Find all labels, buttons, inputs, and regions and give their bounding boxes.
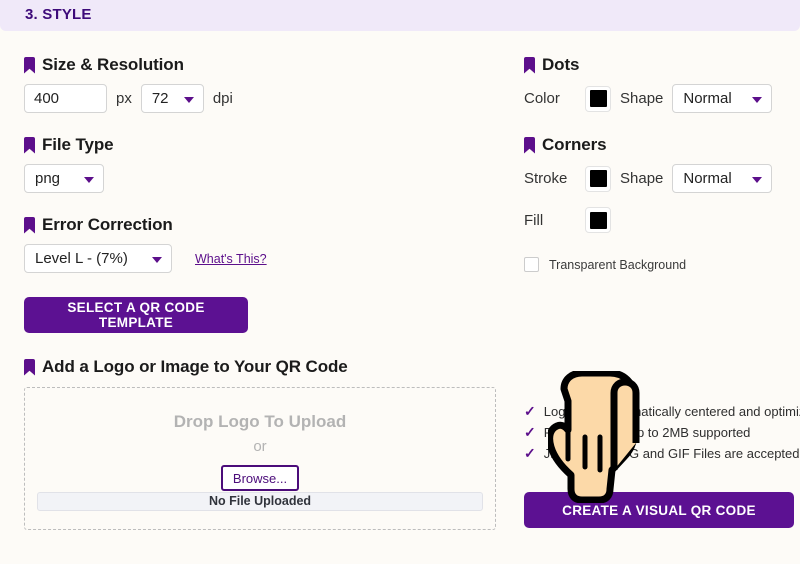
corners-fill-row: Fill [524, 207, 800, 233]
corners-shape-select-value: Normal [683, 170, 731, 187]
create-button-container: CREATE A VISUAL QR CODE [524, 492, 794, 528]
transparent-background-label: Transparent Background [549, 258, 686, 272]
bookmark-icon [24, 137, 35, 154]
file-type-row: png [24, 164, 504, 193]
dpi-select-value: 72 [152, 90, 169, 107]
page-title: 3. STYLE [25, 6, 92, 23]
dots-color-swatch[interactable] [585, 86, 611, 112]
error-correction-heading-label: Error Correction [42, 215, 173, 235]
file-type-heading-label: File Type [42, 135, 114, 155]
check-icon: ✓ [524, 402, 536, 421]
chevron-down-icon [752, 177, 762, 183]
transparent-background-row[interactable]: Transparent Background [524, 257, 800, 272]
dots-shape-select[interactable]: Normal [672, 84, 772, 113]
dots-shape-label: Shape [620, 90, 663, 107]
file-type-select[interactable]: png [24, 164, 104, 193]
dropzone-or-label: or [25, 438, 495, 455]
dpi-select[interactable]: 72 [141, 84, 204, 113]
chevron-down-icon [752, 97, 762, 103]
bookmark-icon [524, 57, 535, 74]
size-resolution-row: px 72 dpi [24, 84, 504, 113]
transparent-background-checkbox[interactable] [524, 257, 539, 272]
browse-button[interactable]: Browse... [221, 465, 299, 491]
feature-list: ✓ Logos are automatically centered and o… [524, 402, 800, 465]
color-swatch-icon [590, 90, 607, 107]
dpi-unit-label: dpi [213, 90, 233, 107]
size-input[interactable] [24, 84, 107, 113]
feature-text: Logos are automatically centered and opt… [544, 402, 800, 421]
bookmark-icon [24, 217, 35, 234]
size-resolution-heading: Size & Resolution [24, 55, 504, 75]
create-visual-qr-code-button[interactable]: CREATE A VISUAL QR CODE [524, 492, 794, 528]
select-qr-template-button[interactable]: SELECT A QR CODE TEMPLATE [24, 297, 248, 333]
size-resolution-heading-label: Size & Resolution [42, 55, 184, 75]
corners-fill-label: Fill [524, 212, 576, 229]
check-icon: ✓ [524, 423, 536, 442]
feature-text: PNG and JPG up to 2MB supported [544, 423, 751, 442]
bookmark-icon [524, 137, 535, 154]
check-icon: ✓ [524, 444, 536, 463]
error-correction-heading: Error Correction [24, 215, 504, 235]
logo-dropzone[interactable]: Drop Logo To Upload or Browse... No File… [24, 387, 496, 530]
bookmark-icon [24, 57, 35, 74]
chevron-down-icon [184, 97, 194, 103]
dots-color-label: Color [524, 90, 576, 107]
corners-heading: Corners [524, 135, 800, 155]
size-unit-label: px [116, 90, 132, 107]
chevron-down-icon [84, 177, 94, 183]
section-header-bar: 3. STYLE [0, 0, 800, 31]
error-correction-row: Level L - (7%) What's This? [24, 244, 504, 273]
list-item: ✓ JPG, PNG, SVG and GIF Files are accept… [524, 444, 800, 465]
dots-heading: Dots [524, 55, 800, 75]
corners-stroke-label: Stroke [524, 170, 576, 187]
file-type-heading: File Type [24, 135, 504, 155]
right-column: Dots Color Shape Normal Corners Stroke S… [524, 55, 800, 272]
add-logo-heading-label: Add a Logo or Image to Your QR Code [42, 357, 348, 377]
file-type-select-value: png [35, 170, 60, 187]
corners-stroke-swatch[interactable] [585, 166, 611, 192]
error-correction-select-value: Level L - (7%) [35, 250, 128, 267]
bookmark-icon [24, 359, 35, 376]
dropzone-title: Drop Logo To Upload [25, 412, 495, 432]
feature-text: JPG, PNG, SVG and GIF Files are accepted [544, 444, 800, 463]
whats-this-link[interactable]: What's This? [195, 252, 267, 266]
dots-row: Color Shape Normal [524, 84, 800, 113]
corners-shape-label: Shape [620, 170, 663, 187]
corners-fill-swatch[interactable] [585, 207, 611, 233]
color-swatch-icon [590, 212, 607, 229]
dots-heading-label: Dots [542, 55, 579, 75]
error-correction-select[interactable]: Level L - (7%) [24, 244, 172, 273]
file-status-label: No File Uploaded [37, 492, 483, 511]
left-column: Size & Resolution px 72 dpi File Type pn… [24, 55, 504, 530]
chevron-down-icon [152, 257, 162, 263]
dots-shape-select-value: Normal [683, 90, 731, 107]
list-item: ✓ Logos are automatically centered and o… [524, 402, 800, 423]
color-swatch-icon [590, 170, 607, 187]
list-item: ✓ PNG and JPG up to 2MB supported [524, 423, 800, 444]
corners-stroke-row: Stroke Shape Normal [524, 164, 800, 193]
corners-shape-select[interactable]: Normal [672, 164, 772, 193]
corners-heading-label: Corners [542, 135, 607, 155]
add-logo-heading: Add a Logo or Image to Your QR Code [24, 357, 504, 377]
